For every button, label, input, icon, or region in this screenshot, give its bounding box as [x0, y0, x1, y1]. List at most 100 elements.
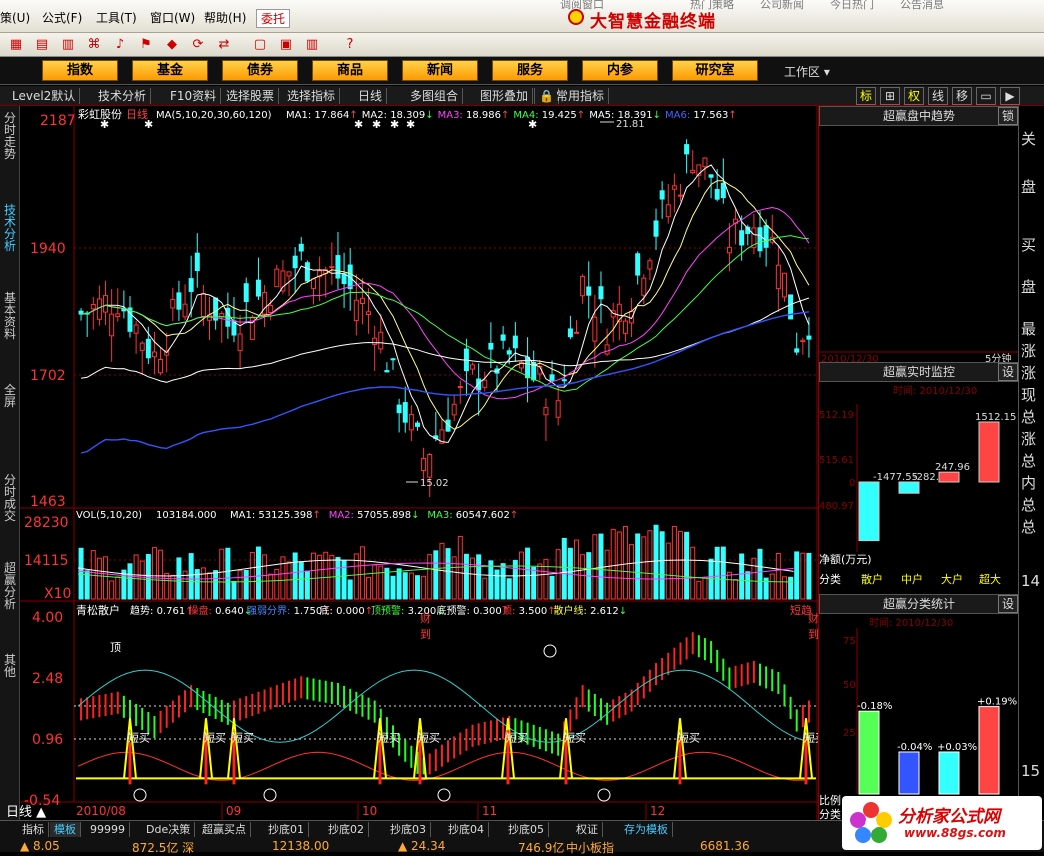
buy-signal-bar [564, 738, 568, 785]
nav-button-news[interactable]: 新闻 [402, 60, 478, 81]
trade-button[interactable]: 委托 [256, 9, 291, 28]
bottom-tab-8[interactable]: 抄底03 [386, 822, 431, 837]
menu-window[interactable]: 窗口(W) [150, 9, 195, 26]
nav-button-fund[interactable]: 基金 [132, 60, 208, 81]
window-icon[interactable]: ▣ [276, 36, 296, 54]
nav-button-bond[interactable]: 债券 [222, 60, 298, 81]
layout-icon[interactable]: ▦ [6, 36, 26, 54]
nav-button-research[interactable]: 研究室 [672, 60, 758, 81]
books-icon[interactable]: ▥ [302, 36, 322, 54]
cursor-help-icon[interactable]: ? [340, 36, 360, 54]
monitor-bar-1 [858, 481, 880, 542]
volume-bar [427, 554, 433, 600]
stats-y-75: 75 [843, 636, 856, 647]
bottom-tab-6[interactable]: 抄底01 [264, 822, 309, 837]
window-icon[interactable]: ▭ [976, 87, 996, 105]
menu-bar: 调阅窗口 热门策略 公司新闻 今日热门 公告消息 策(U) 公式(F) 工具(T… [0, 0, 1044, 33]
btn-line[interactable]: 线 [928, 87, 948, 105]
candle [567, 328, 573, 338]
readout-indreadouts-2: 强弱分界: 1.750↑ [247, 605, 331, 617]
bottom-tab-10[interactable]: 抄底05 [504, 822, 549, 837]
diamond-icon[interactable]: ◆ [162, 36, 182, 54]
far-right-label: 买 [1021, 236, 1037, 254]
candle [488, 342, 494, 350]
candle [194, 252, 200, 271]
nav-button-insider[interactable]: 内参 [582, 60, 658, 81]
candle [298, 243, 304, 252]
bottom-tab-7[interactable]: 抄底02 [324, 822, 369, 837]
candle [720, 182, 726, 199]
vtab-other[interactable]: 其他 [2, 654, 18, 678]
grid-icon[interactable]: ▤ [32, 36, 52, 54]
candle [158, 359, 164, 374]
candle [775, 264, 781, 290]
candle [500, 334, 506, 341]
bottom-tab-4[interactable]: Dde决策 [142, 822, 196, 837]
tab-level2[interactable]: Level2默认 [8, 88, 81, 104]
bottom-tab-2[interactable]: 模板 [50, 822, 81, 837]
play-icon[interactable]: ▶ [1000, 87, 1020, 105]
nav-button-commodity[interactable]: 商品 [312, 60, 388, 81]
candle [219, 313, 225, 317]
vtab-super-analysis[interactable]: 超赢分析 [2, 562, 18, 610]
candle [671, 185, 677, 190]
stats-settings-button[interactable]: 设 [998, 595, 1018, 613]
ma-params: MA(5,10,20,30,60,120) [156, 110, 272, 121]
candle [402, 402, 408, 423]
flag-icon[interactable]: ⚑ [136, 36, 156, 54]
candle [561, 379, 567, 382]
candle [243, 283, 249, 302]
tab-overlay[interactable]: 图形叠加 [476, 88, 534, 104]
bell-icon[interactable]: ♪ [110, 36, 130, 54]
vtab-basic-info[interactable]: 基本资料 [2, 292, 18, 340]
tab-select-stock[interactable]: 选择股票 [222, 88, 280, 104]
btn-mark[interactable]: 标 [856, 87, 876, 105]
vtab-tick-trades[interactable]: 分时成交 [2, 474, 18, 522]
candle [684, 144, 690, 155]
trend-lock-button[interactable]: 锁 [998, 107, 1018, 125]
chart-area[interactable]: ✱✱✱✱✱✱✱ 短买短买短买短买短买短买短买短买短买顶财到财到 彩虹股份 日线 … [20, 106, 826, 820]
btn-move[interactable]: 移 [952, 87, 972, 105]
candle [353, 299, 359, 322]
tab-multi-chart[interactable]: 多图组合 [406, 88, 464, 104]
bottom-tab-3[interactable]: 99999 [86, 822, 130, 837]
menu-tools[interactable]: 工具(T) [96, 9, 137, 26]
nav-button-index[interactable]: 指数 [42, 60, 118, 81]
tab-technical[interactable]: 技术分析 [94, 88, 152, 104]
volume-bar [207, 572, 213, 600]
tab-daily[interactable]: 日线 [354, 88, 388, 104]
btn-rights[interactable]: 权 [904, 87, 924, 105]
volume-bar [151, 547, 157, 600]
far-right-label: 内 [1021, 474, 1037, 492]
crosshair-icon[interactable]: ⊞ [880, 87, 900, 105]
period-selector[interactable]: 日线 ▲ [2, 805, 50, 820]
far-right-label: 涨 [1021, 430, 1037, 448]
vtab-fullscreen[interactable]: 全屏 [2, 384, 18, 408]
bottom-tab-11[interactable]: 权证 [572, 822, 603, 837]
binoculars-icon[interactable]: ⌘ [84, 36, 104, 54]
chart-canvas[interactable]: ✱✱✱✱✱✱✱ 短买短买短买短买短买短买短买短买短买顶财到财到 彩虹股份 日线 … [20, 106, 826, 820]
bottom-tab-5[interactable]: 超赢买点 [198, 822, 251, 837]
menu-formula[interactable]: 公式(F) [42, 9, 82, 26]
vtab-intraday[interactable]: 分时走势 [2, 112, 18, 160]
tab-common-indicator[interactable]: 常用指标 [552, 88, 610, 104]
tab-f10[interactable]: F10资料 [166, 88, 222, 104]
bottom-tab-12[interactable]: 存为模板 [620, 822, 673, 837]
nav-button-service[interactable]: 服务 [492, 60, 568, 81]
menu-help[interactable]: 帮助(H) [204, 9, 246, 26]
readout-indreadouts-4: 顶预警: 3.200↓ [371, 604, 445, 617]
workspace-menu[interactable]: 工作区 ▾ [784, 63, 830, 80]
monitor-settings-button[interactable]: 设 [998, 363, 1018, 381]
refresh-icon[interactable]: ⟳ [188, 36, 208, 54]
tab-select-indicator[interactable]: 选择指标 [283, 88, 341, 104]
bars-icon[interactable]: ▥ [58, 36, 78, 54]
bottom-tab-9[interactable]: 抄底04 [444, 822, 489, 837]
menu-strategy[interactable]: 策(U) [0, 9, 30, 26]
doc-icon[interactable]: ▢ [250, 36, 270, 54]
swap-icon[interactable]: ⇄ [214, 36, 234, 54]
vtab-technical[interactable]: 技术分析 [2, 204, 18, 252]
volume-header: VOL(5,10,20) [76, 510, 142, 521]
short-buy-label: 短买 [418, 730, 440, 744]
bottom-tab-1[interactable]: 指标 [18, 822, 49, 837]
volume-bar [665, 542, 671, 600]
